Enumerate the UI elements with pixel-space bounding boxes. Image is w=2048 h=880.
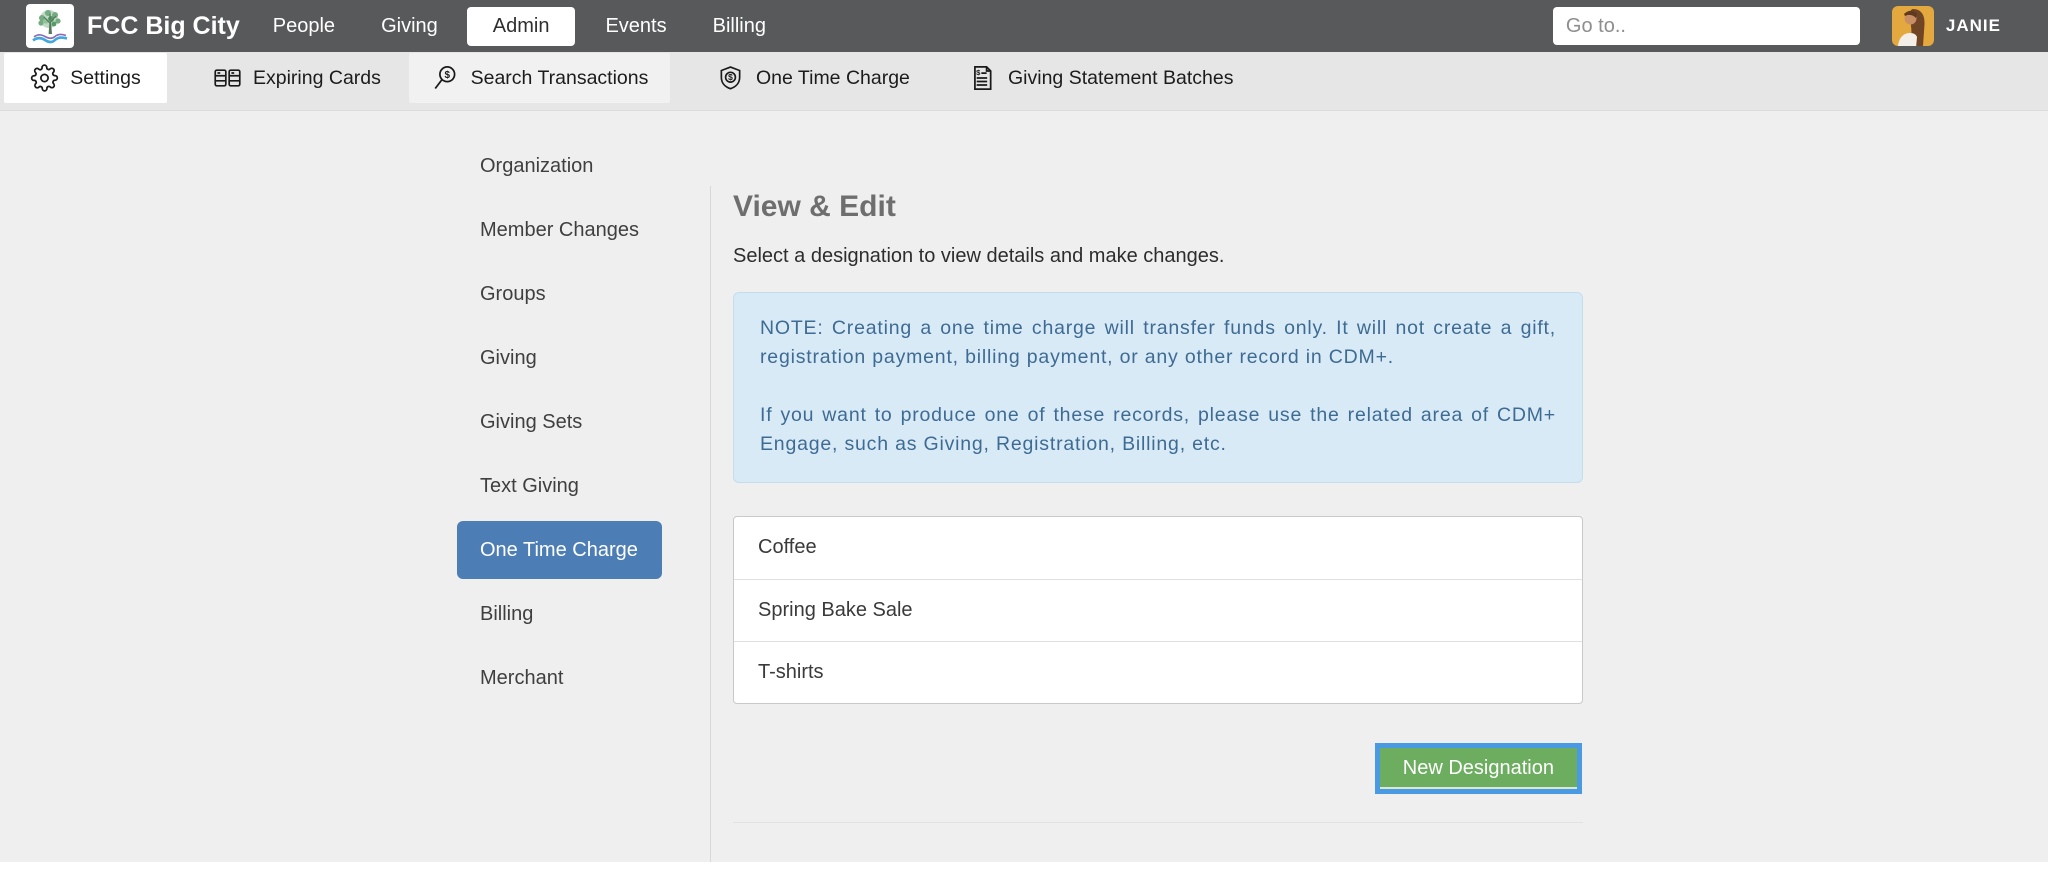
- sidebar-item-giving[interactable]: Giving: [457, 342, 662, 374]
- note-paragraph-1: NOTE: Creating a one time charge will tr…: [760, 314, 1556, 372]
- org-title: FCC Big City: [87, 12, 240, 41]
- designation-row-coffee[interactable]: Coffee: [734, 517, 1582, 579]
- toolbar-item-search-transactions[interactable]: $ Search Transactions: [409, 53, 670, 103]
- nav-item-giving[interactable]: Giving: [358, 0, 461, 52]
- avatar[interactable]: [1892, 6, 1934, 46]
- svg-text:$: $: [976, 68, 981, 77]
- button-row: New Designation: [733, 748, 1583, 789]
- nav-item-admin[interactable]: Admin: [467, 7, 576, 46]
- goto-search-input[interactable]: [1553, 7, 1860, 45]
- sidebar-item-giving-sets[interactable]: Giving Sets: [457, 406, 662, 438]
- page-title: View & Edit: [733, 190, 1583, 224]
- avatar-photo: [1892, 6, 1934, 46]
- toolbar-label-settings: Settings: [70, 67, 140, 90]
- sidebar-item-groups[interactable]: Groups: [457, 278, 662, 310]
- nav-item-events[interactable]: Events: [582, 0, 689, 52]
- sidebar-divider: [710, 186, 711, 862]
- expiring-cards-icon: [213, 64, 242, 92]
- svg-text:$: $: [728, 72, 733, 82]
- gear-icon: [30, 64, 59, 92]
- note-box: NOTE: Creating a one time charge will tr…: [733, 292, 1583, 483]
- sidebar-item-merchant[interactable]: Merchant: [457, 662, 662, 694]
- statement-document-icon: $: [968, 64, 997, 92]
- sidebar-item-billing[interactable]: Billing: [457, 598, 662, 630]
- sidebar-item-text-giving[interactable]: Text Giving: [457, 470, 662, 502]
- bottom-divider: [733, 822, 1583, 823]
- note-paragraph-2: If you want to produce one of these reco…: [760, 401, 1556, 459]
- main-panel: View & Edit Select a designation to view…: [733, 111, 1583, 823]
- new-designation-button[interactable]: New Designation: [1380, 748, 1577, 789]
- sidebar-item-member-changes[interactable]: Member Changes: [457, 214, 662, 246]
- toolbar-label-expiring-cards: Expiring Cards: [253, 67, 381, 90]
- profile-button[interactable]: JANIE: [1892, 6, 2001, 46]
- toolbar-label-giving-statement-batches: Giving Statement Batches: [1008, 67, 1233, 90]
- toolbar-label-one-time-charge: One Time Charge: [756, 67, 910, 90]
- top-navigation-bar: FCC Big City People Giving Admin Events …: [0, 0, 2048, 52]
- toolbar-label-search-transactions: Search Transactions: [471, 67, 649, 90]
- toolbar-item-one-time-charge[interactable]: $ One Time Charge: [716, 53, 910, 103]
- toolbar-item-giving-statement-batches[interactable]: $ Giving Statement Batches: [968, 53, 1233, 103]
- user-name: JANIE: [1946, 16, 2001, 36]
- designation-list: Coffee Spring Bake Sale T-shirts: [733, 516, 1583, 704]
- toolbar-item-expiring-cards[interactable]: Expiring Cards: [213, 53, 381, 103]
- toolbar-item-settings[interactable]: Settings: [4, 53, 167, 103]
- page-subtitle: Select a designation to view details and…: [733, 245, 1583, 268]
- content-area: Organization Member Changes Groups Givin…: [0, 111, 2048, 880]
- main-nav: People Giving Admin Events Billing: [250, 0, 789, 52]
- tree-logo-icon: [29, 6, 71, 46]
- shield-dollar-icon: $: [716, 64, 745, 92]
- designation-row-spring-bake-sale[interactable]: Spring Bake Sale: [734, 579, 1582, 641]
- search-dollar-icon: $: [431, 64, 460, 92]
- sidebar-item-organization[interactable]: Organization: [457, 150, 662, 182]
- nav-item-people[interactable]: People: [250, 0, 358, 52]
- page-bottom-strip: [0, 862, 2048, 880]
- app-window: FCC Big City People Giving Admin Events …: [0, 0, 2048, 880]
- settings-sidebar-menu: Organization Member Changes Groups Givin…: [457, 150, 662, 726]
- svg-text:$: $: [444, 70, 450, 81]
- sidebar-item-one-time-charge[interactable]: One Time Charge: [457, 521, 662, 579]
- designation-row-t-shirts[interactable]: T-shirts: [734, 641, 1582, 703]
- church-logo: [26, 4, 74, 48]
- nav-item-billing[interactable]: Billing: [690, 0, 789, 52]
- admin-toolbar: Settings Expiring Cards $ Search Transac…: [0, 52, 2048, 111]
